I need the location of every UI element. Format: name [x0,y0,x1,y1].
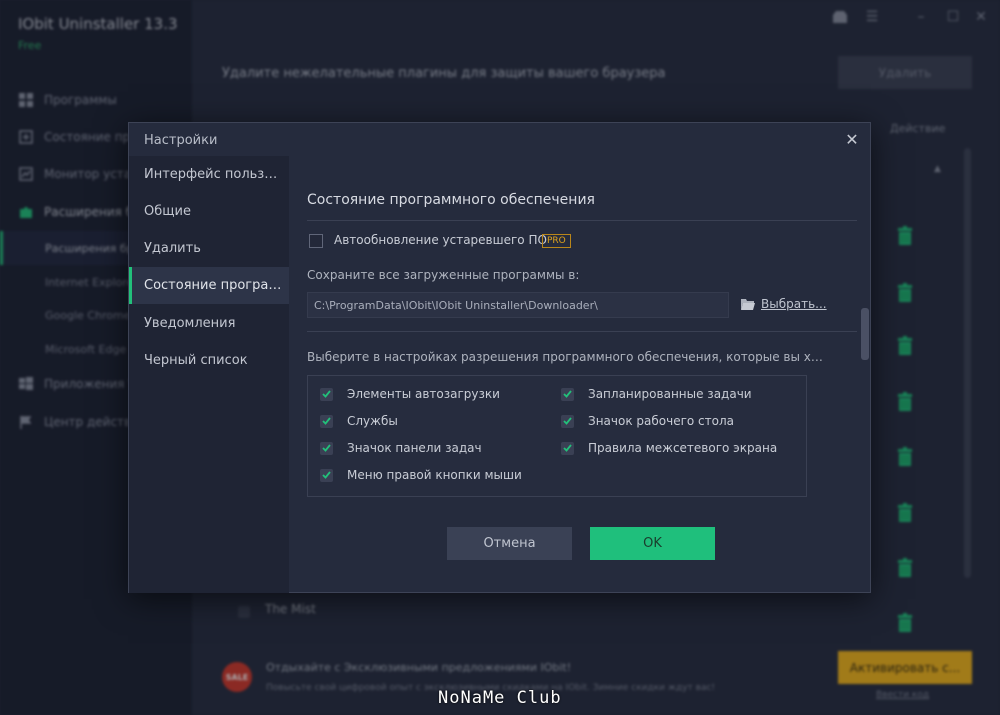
settings-nav-user-interface[interactable]: Интерфейс пользователя [129,156,289,193]
settings-scrollbar[interactable] [861,308,869,360]
settings-nav-label: Интерфейс пользователя [144,167,282,182]
permissions-label: Выберите в настройках разрешения програм… [307,350,827,364]
checkbox-checked-icon[interactable] [320,441,333,455]
permission-desktop-icon[interactable]: Значок рабочего стола [561,414,734,428]
settings-nav-blacklist[interactable]: Черный список [129,342,289,379]
permission-firewall-rules[interactable]: Правила межсетевого экрана [561,441,777,455]
section-divider [307,331,857,332]
checkbox-checked-icon[interactable] [561,441,574,455]
permission-label: Значок панели задач [347,441,482,455]
browse-button[interactable]: Выбрать... [761,297,827,311]
settings-nav-label: Черный список [144,353,248,368]
permission-context-menu[interactable]: Меню правой кнопки мыши [320,468,522,482]
checkbox-checked-icon[interactable] [561,414,574,428]
pro-badge: PRO [542,234,571,248]
watermark-text: NoNaMe Club [438,688,562,708]
permission-label: Меню правой кнопки мыши [347,468,522,482]
settings-nav-general[interactable]: Общие [129,193,289,230]
folder-open-icon[interactable] [740,296,756,312]
permission-startup-items[interactable]: Элементы автозагрузки [320,387,500,401]
dialog-title: Настройки [144,133,218,148]
auto-update-checkbox[interactable] [309,234,323,248]
permission-label: Правила межсетевого экрана [588,441,778,455]
ok-button[interactable]: OK [590,527,715,560]
permission-label: Элементы автозагрузки [347,387,500,401]
settings-content: Состояние программного обеспечения Автоо… [289,156,871,593]
checkbox-checked-icon[interactable] [561,387,574,401]
permissions-box: Элементы автозагрузки Запланированные за… [307,375,807,497]
settings-nav-label: Общие [144,204,191,219]
settings-nav-notifications[interactable]: Уведомления [129,305,289,342]
auto-update-label: Автообновление устаревшего ПО [334,233,547,247]
checkbox-checked-icon[interactable] [320,387,333,401]
permission-scheduled-tasks[interactable]: Запланированные задачи [561,387,752,401]
settings-nav-label: Состояние программного обеспечения [144,278,282,293]
section-divider [307,220,857,221]
permission-services[interactable]: Службы [320,414,398,428]
settings-nav-uninstall[interactable]: Удалить [129,230,289,267]
checkbox-checked-icon[interactable] [320,414,333,428]
permission-label: Значок рабочего стола [588,414,734,428]
settings-nav-label: Уведомления [144,316,236,331]
settings-nav-software-health[interactable]: Состояние программного обеспечения [129,267,289,304]
close-icon[interactable]: ✕ [842,129,862,149]
download-folder-label: Сохраните все загруженные программы в: [307,268,580,282]
settings-dialog: Настройки ✕ Интерфейс пользователя Общие… [128,122,871,593]
section-title: Состояние программного обеспечения [307,192,595,208]
permission-label: Службы [347,414,398,428]
settings-nav-label: Удалить [144,241,201,256]
permission-taskbar-icon[interactable]: Значок панели задач [320,441,482,455]
checkbox-checked-icon[interactable] [320,468,333,482]
cancel-button[interactable]: Отмена [447,527,572,560]
download-path-input[interactable] [307,292,729,318]
settings-nav: Интерфейс пользователя Общие Удалить Сос… [129,156,289,593]
permission-label: Запланированные задачи [588,387,752,401]
